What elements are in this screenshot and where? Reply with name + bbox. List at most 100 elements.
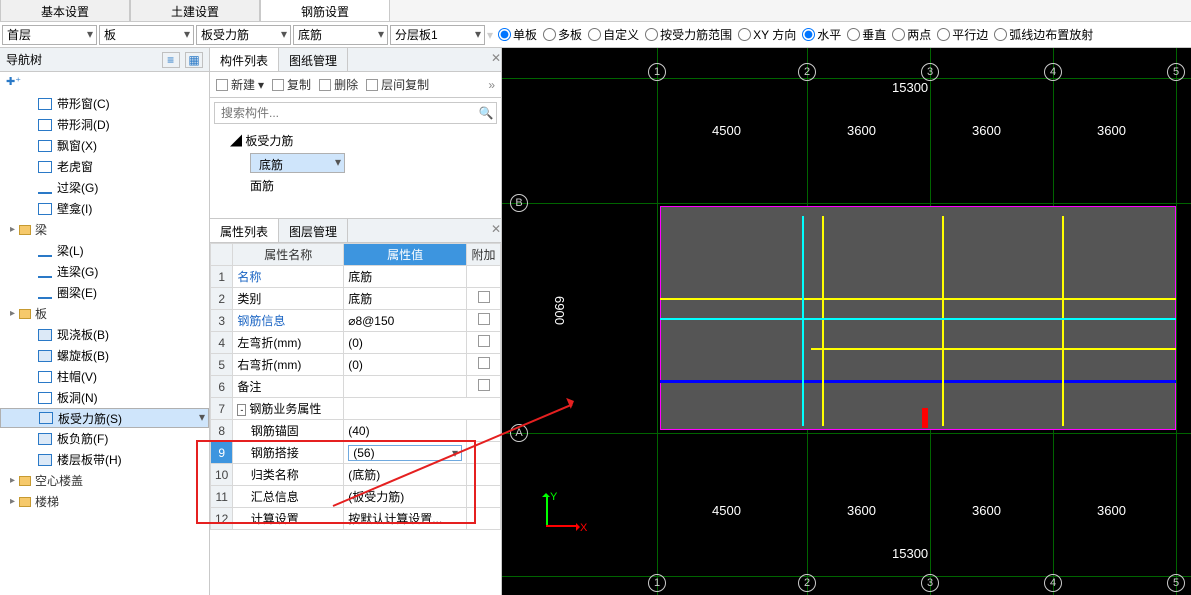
sel-layer[interactable]: 分层板1 — [390, 25, 485, 45]
checkbox[interactable] — [478, 313, 490, 325]
grid-col-1b: 1 — [648, 574, 666, 592]
grid-view-icon[interactable]: ▦ — [185, 52, 203, 68]
radio-5[interactable]: 水平 — [802, 26, 841, 43]
tab-basic[interactable]: 基本设置 — [0, 0, 130, 21]
prop-value[interactable]: ⌀8@150 — [344, 310, 467, 332]
tree-group-beam[interactable]: 梁 — [0, 219, 209, 240]
prop-value[interactable]: 底筋 — [344, 288, 467, 310]
close-prop-icon[interactable]: ✕ — [487, 219, 501, 242]
prop-row[interactable]: 7-钢筋业务属性 — [211, 398, 501, 420]
tab-properties[interactable]: 属性列表 — [210, 219, 279, 242]
item-icon — [38, 392, 52, 404]
dim-span-1b: 4500 — [712, 503, 741, 518]
prop-value[interactable]: (40) — [344, 420, 467, 442]
tree-item[interactable]: 梁(L) — [0, 240, 209, 261]
tree-item[interactable]: 柱帽(V) — [0, 366, 209, 387]
prop-row[interactable]: 5右弯折(mm)(0) — [211, 354, 501, 376]
sel-category[interactable]: 板 — [99, 25, 194, 45]
prop-row[interactable]: 10 归类名称(底筋) — [211, 464, 501, 486]
tree-item[interactable]: 楼层板带(H) — [0, 449, 209, 470]
tab-drawing-mgmt[interactable]: 图纸管理 — [279, 48, 348, 71]
comp-root[interactable]: ◢ 板受力筋 — [226, 130, 501, 151]
prop-row[interactable]: 3钢筋信息⌀8@150 — [211, 310, 501, 332]
prop-row[interactable]: 8 钢筋锚固(40) — [211, 420, 501, 442]
item-icon — [39, 412, 53, 424]
tab-layer-mgmt[interactable]: 图层管理 — [279, 219, 348, 242]
radio-9[interactable]: 弧线边布置放射 — [994, 26, 1093, 43]
prop-row[interactable]: 2类别底筋 — [211, 288, 501, 310]
radio-2[interactable]: 自定义 — [588, 26, 639, 43]
dim-span-3b: 3600 — [972, 503, 1001, 518]
radio-3[interactable]: 按受力筋范围 — [645, 26, 732, 43]
prop-row[interactable]: 6备注 — [211, 376, 501, 398]
prop-value[interactable] — [344, 376, 467, 398]
prop-row[interactable]: 4左弯折(mm)(0) — [211, 332, 501, 354]
nav-tree-pane: 导航树 ≡ ▦ ✚⁺ 带形窗(C)带形洞(D)飘窗(X)老虎窗过梁(G)壁龛(I… — [0, 48, 210, 595]
prop-row[interactable]: 12 计算设置按默认计算设置... — [211, 508, 501, 530]
tree-item[interactable]: 带形窗(C) — [0, 93, 209, 114]
dim-span-2b: 3600 — [847, 503, 876, 518]
tree-item[interactable]: 螺旋板(B) — [0, 345, 209, 366]
tree-item[interactable]: 板负筋(F) — [0, 428, 209, 449]
component-toolbar: 新建 ▾ 复制 删除 层间复制 » — [210, 72, 501, 98]
tree-group-hollow[interactable]: 空心楼盖 — [0, 470, 209, 491]
layer-copy-button[interactable]: 层间复制 — [366, 76, 429, 93]
radio-0[interactable]: 单板 — [498, 26, 537, 43]
tree-item[interactable]: 过梁(G) — [0, 177, 209, 198]
tree-item[interactable]: 现浇板(B) — [0, 324, 209, 345]
prop-row[interactable]: 1名称底筋 — [211, 266, 501, 288]
checkbox[interactable] — [478, 379, 490, 391]
tree-item[interactable]: 壁龛(I) — [0, 198, 209, 219]
tree-item[interactable]: 板洞(N) — [0, 387, 209, 408]
radio-6[interactable]: 垂直 — [847, 26, 886, 43]
toolbar: 首层 板 板受力筋 底筋 分层板1 ▾ 单板多板自定义按受力筋范围XY 方向水平… — [0, 22, 1191, 48]
component-tree: ◢ 板受力筋 底筋 面筋 — [210, 128, 501, 218]
add-node-icon[interactable]: ✚⁺ — [6, 75, 203, 88]
tree-item[interactable]: 带形洞(D) — [0, 114, 209, 135]
sel-floor[interactable]: 首层 — [2, 25, 97, 45]
tree-item[interactable]: 板受力筋(S) — [0, 408, 209, 428]
tab-component-list[interactable]: 构件列表 — [210, 48, 279, 71]
prop-value[interactable]: (0) — [344, 354, 467, 376]
tree-item[interactable]: 圈梁(E) — [0, 282, 209, 303]
new-button[interactable]: 新建 ▾ — [216, 76, 264, 93]
prop-value[interactable]: (板受力筋) — [344, 486, 467, 508]
grid-col-4b: 4 — [1044, 574, 1062, 592]
radio-7[interactable]: 两点 — [892, 26, 931, 43]
tree-item[interactable]: 飘窗(X) — [0, 135, 209, 156]
search-icon[interactable]: 🔍 — [476, 106, 496, 120]
grid-col-5b: 5 — [1167, 574, 1185, 592]
item-icon — [38, 371, 52, 383]
radio-4[interactable]: XY 方向 — [738, 26, 796, 43]
folder-icon — [19, 225, 31, 235]
checkbox[interactable] — [478, 335, 490, 347]
tree-group-slab[interactable]: 板 — [0, 303, 209, 324]
item-icon — [38, 287, 52, 299]
search-input[interactable] — [215, 106, 476, 120]
comp-top[interactable]: 面筋 — [246, 175, 501, 196]
tab-rebar[interactable]: 钢筋设置 — [260, 0, 390, 21]
comp-bottom[interactable]: 底筋 — [250, 153, 345, 173]
checkbox[interactable] — [478, 357, 490, 369]
checkbox[interactable] — [478, 291, 490, 303]
item-icon — [38, 98, 52, 110]
prop-value[interactable]: 底筋 — [344, 266, 467, 288]
item-icon — [38, 433, 52, 445]
tree-item[interactable]: 老虎窗 — [0, 156, 209, 177]
prop-value[interactable]: 按默认计算设置... — [344, 508, 467, 530]
close-pane-icon[interactable]: ✕ — [487, 48, 501, 71]
copy-button[interactable]: 复制 — [272, 76, 311, 93]
tab-civil[interactable]: 土建设置 — [130, 0, 260, 21]
radio-8[interactable]: 平行边 — [937, 26, 988, 43]
prop-value[interactable]: (0) — [344, 332, 467, 354]
col-name: 属性名称 — [233, 244, 344, 266]
radio-1[interactable]: 多板 — [543, 26, 582, 43]
delete-button[interactable]: 删除 — [319, 76, 358, 93]
sel-component[interactable]: 板受力筋 — [196, 25, 291, 45]
tree-item[interactable]: 连梁(G) — [0, 261, 209, 282]
folder-icon — [19, 476, 31, 486]
list-view-icon[interactable]: ≡ — [162, 52, 180, 68]
drawing-canvas[interactable]: 1 2 3 4 5 1 2 3 4 5 A B 15300 15300 4500… — [502, 48, 1191, 595]
sel-subtype[interactable]: 底筋 — [293, 25, 388, 45]
tree-group-stair[interactable]: 楼梯 — [0, 491, 209, 512]
